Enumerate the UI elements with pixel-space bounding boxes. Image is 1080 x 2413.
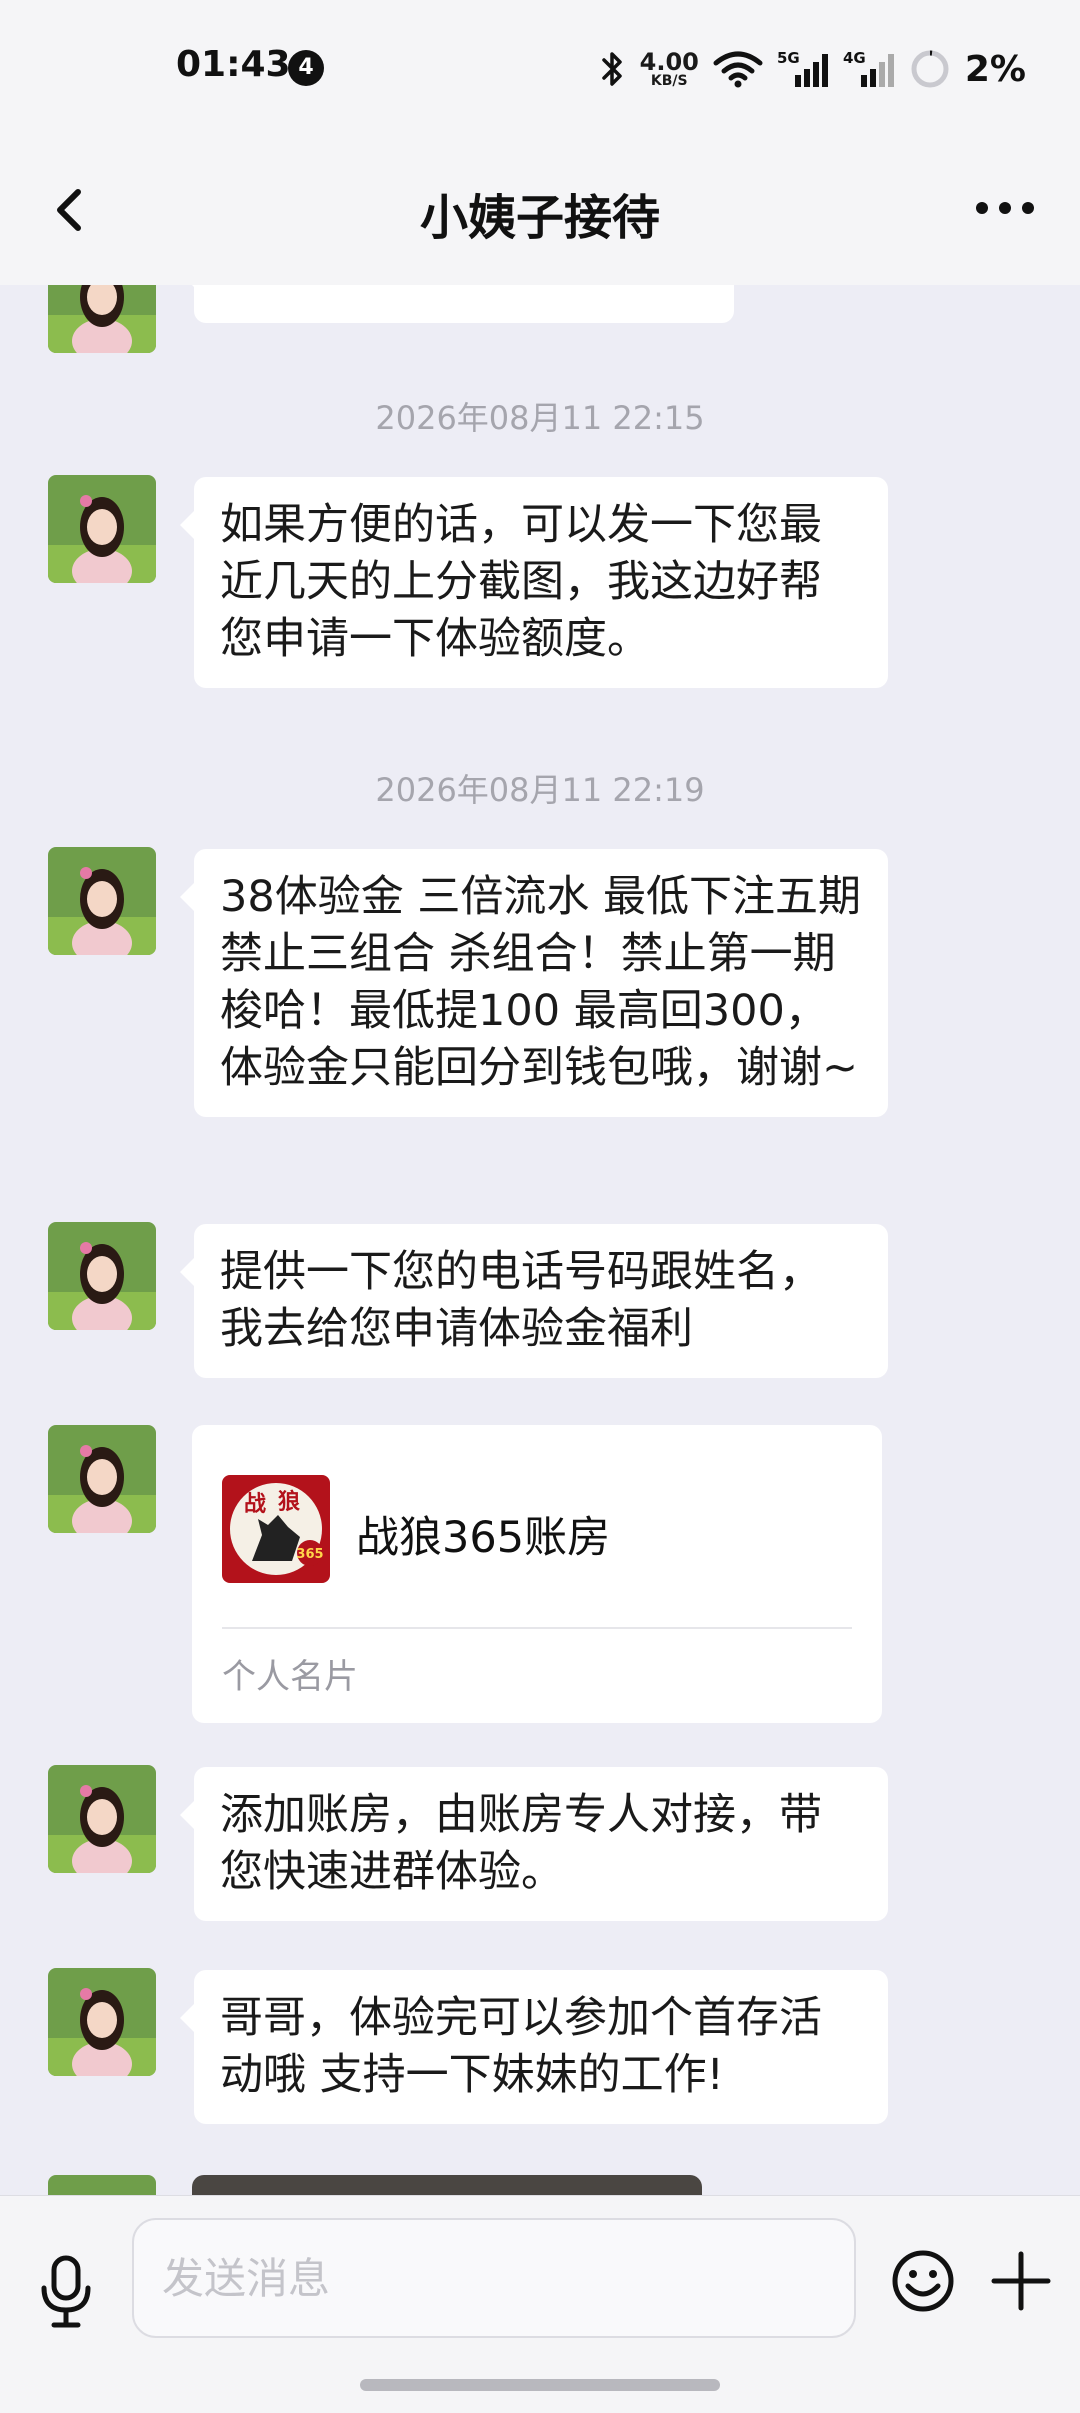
signal-4g-label: 4G <box>843 49 866 67</box>
message-timestamp: 2026年08月11 22:19 <box>375 771 705 809</box>
emoji-button[interactable] <box>890 2248 956 2314</box>
net-speed-unit: KB/S <box>650 73 688 89</box>
logo-char-1: 战 <box>244 1491 266 1517</box>
more-actions-plus-button[interactable] <box>988 2248 1054 2314</box>
message-bubble[interactable]: 如果方便的话，可以发一下您最近几天的上分截图，我这边好帮您申请一下体验额度。 <box>180 477 888 688</box>
logo-number: 365 <box>296 1547 323 1562</box>
contact-avatar[interactable] <box>48 1765 156 1873</box>
contact-card-logo: 战 狼 365 <box>222 1475 330 1583</box>
battery-percent: 2% <box>964 48 1026 90</box>
message-bubble[interactable]: 38体验金 三倍流水 最低下注五期 禁止三组合 杀组合！禁止第一期梭哈！最低提1… <box>180 849 888 1117</box>
contact-card-name: 战狼365账房 <box>356 1513 611 1563</box>
contact-avatar[interactable] <box>48 1425 156 1533</box>
signal-5g-label: 5G <box>777 49 800 67</box>
contact-avatar[interactable] <box>48 475 156 583</box>
image-message-partial[interactable] <box>192 2175 702 2195</box>
divider <box>222 1627 852 1629</box>
message-bubble[interactable]: 提供一下您的电话号码跟姓名，我去给您申请体验金福利 <box>180 1224 888 1378</box>
bluetooth-icon <box>601 52 622 86</box>
message-input[interactable] <box>132 2218 856 2338</box>
contact-card[interactable]: 战 狼 365 战狼365账房 个人名片 <box>192 1425 882 1723</box>
status-time: 01:43 <box>176 44 291 85</box>
contact-avatar[interactable] <box>48 1222 156 1330</box>
voice-input-button[interactable] <box>36 2252 96 2332</box>
net-speed: 4.00 KB/S <box>640 50 699 88</box>
message-bubble[interactable]: 哥哥，体验完可以参加个首存活动哦 支持一下妹妹的工作! <box>180 1970 888 2124</box>
chat-header: 小姨子接待 <box>0 140 1080 285</box>
net-speed-value: 4.00 <box>639 48 699 76</box>
contact-avatar[interactable] <box>48 1968 156 2076</box>
message-input-bar <box>0 2195 1080 2413</box>
contact-avatar[interactable] <box>48 285 156 353</box>
status-icons: 4.00 KB/S 5G 4G 2% <box>600 44 1026 94</box>
battery-ring-icon <box>911 50 949 88</box>
more-options-button[interactable] <box>970 188 1040 228</box>
logo-char-2: 狼 <box>278 1489 300 1515</box>
message-bubble[interactable]: 添加账房，由账房专人对接，带您快速进群体验。 <box>180 1767 888 1921</box>
page-title: 小姨子接待 <box>419 190 660 246</box>
status-bar: 01:43 4 4.00 KB/S 5G 4G 2% <box>0 0 1080 140</box>
home-indicator[interactable] <box>360 2379 720 2391</box>
message-timestamp: 2026年08月11 22:15 <box>375 399 705 437</box>
signal-5g-icon: 5G <box>777 49 828 87</box>
chat-message-list[interactable]: 2026年08月11 22:15 如果方便的话，可以发一下您最近几天的上分截图，… <box>0 285 1080 2195</box>
contact-avatar[interactable] <box>48 2175 156 2195</box>
message-bubble-partial[interactable] <box>180 285 734 323</box>
contact-card-label: 个人名片 <box>222 1657 358 1697</box>
signal-4g-icon: 4G <box>843 49 894 87</box>
wifi-icon <box>713 51 763 88</box>
contact-avatar[interactable] <box>48 847 156 955</box>
notification-count-badge: 4 <box>288 50 324 86</box>
